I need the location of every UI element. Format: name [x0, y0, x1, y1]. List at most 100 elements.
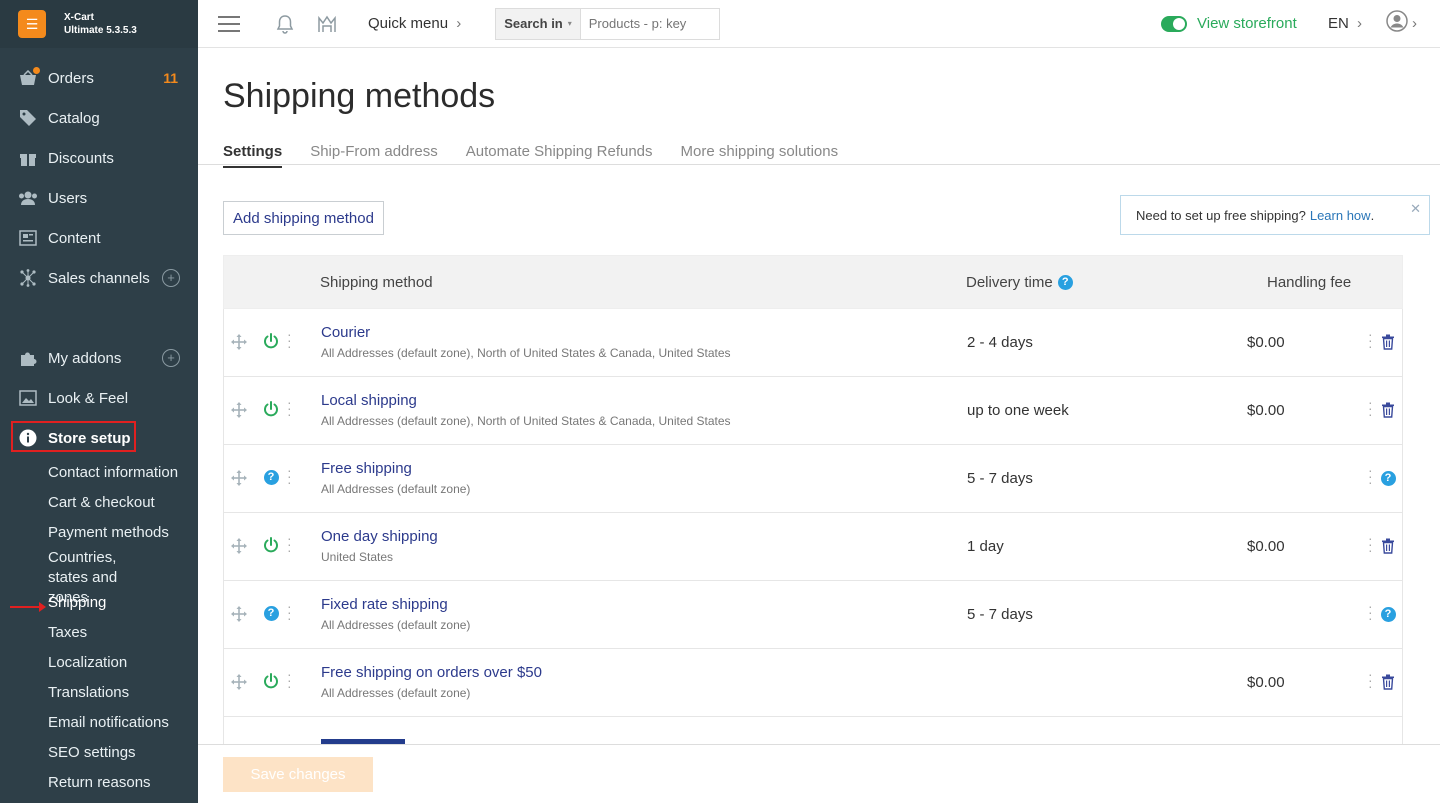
drag-handle-icon[interactable] — [230, 605, 248, 628]
shipping-method-link[interactable]: Free shipping on orders over $50 — [321, 664, 542, 681]
store-setup-highlight-box — [11, 421, 136, 452]
table-row: · · · Local shipping All Addresses (default … — [223, 377, 1403, 445]
trash-icon[interactable] — [1379, 332, 1397, 352]
sidebar-subitem-cart-checkout[interactable]: Cart & checkout — [0, 488, 198, 518]
sidebar-item-label: Orders — [48, 69, 94, 87]
shipping-method-zones: All Addresses (default zone), North of U… — [321, 414, 731, 428]
add-addon-icon[interactable]: + — [162, 349, 180, 367]
shipping-method-link[interactable]: Free shipping — [321, 460, 412, 477]
sidebar-subitem-contact-information[interactable]: Contact information — [0, 458, 198, 488]
more-vertical-icon[interactable]: · · · — [1368, 599, 1373, 625]
shipping-method-link[interactable]: Local shipping — [321, 392, 417, 409]
add-shipping-method-button[interactable]: Add shipping method — [223, 201, 384, 235]
trash-icon[interactable] — [1379, 400, 1397, 420]
xcart-logo-icon: ☰ — [18, 10, 46, 38]
drag-handle-icon[interactable] — [230, 469, 248, 492]
save-changes-button[interactable]: Save changes — [223, 757, 373, 792]
drag-handle-icon[interactable] — [230, 333, 248, 356]
more-vertical-icon[interactable]: · · · — [1368, 667, 1373, 693]
quick-menu-label: Quick menu — [368, 15, 449, 32]
sidebar-item-label: Discounts — [48, 149, 114, 167]
more-vertical-icon[interactable]: · · · — [287, 327, 292, 353]
search-in-dropdown[interactable]: Search in ▾ — [496, 8, 581, 39]
sidebar-subitem-payment-methods[interactable]: Payment methods — [0, 518, 198, 548]
more-vertical-icon[interactable]: · · · — [287, 463, 292, 489]
table-row: ? · · · Free shipping All Addresses (default … — [223, 445, 1403, 513]
table-row: · · · Courier All Addresses (default zone), … — [223, 309, 1403, 377]
shipping-methods-table: Shipping method Delivery time ? Handling… — [223, 255, 1403, 744]
sidebar-item-catalog[interactable]: Catalog — [0, 98, 198, 138]
more-vertical-icon[interactable]: · · · — [1368, 531, 1373, 557]
drag-handle-icon[interactable] — [230, 673, 248, 696]
help-icon[interactable]: ? — [1057, 274, 1073, 290]
sidebar-item-content[interactable]: Content — [0, 218, 198, 258]
sidebar-subitem-countries[interactable]: Countries, states and zones — [0, 548, 160, 606]
topbar: Quick menu › Search in ▾ View storefront… — [198, 0, 1440, 48]
view-storefront-label: View storefront — [1197, 15, 1297, 32]
help-icon[interactable]: ? — [262, 468, 280, 486]
sidebar-item-orders[interactable]: Orders 11 — [0, 58, 198, 98]
delivery-time: up to one week — [967, 402, 1069, 419]
language-selector[interactable]: EN › — [1328, 15, 1362, 32]
trash-icon[interactable] — [1379, 536, 1397, 556]
sidebar-subitem-email-notifications[interactable]: Email notifications — [0, 708, 198, 738]
shipping-method-zones: All Addresses (default zone) — [321, 482, 471, 496]
drag-handle-icon[interactable] — [230, 401, 248, 424]
sidebar-subitem-shipping[interactable]: Shipping — [0, 588, 198, 618]
quick-menu-button[interactable]: Quick menu › — [368, 15, 461, 32]
more-vertical-icon[interactable]: · · · — [1368, 395, 1373, 421]
bell-icon[interactable] — [274, 13, 296, 35]
more-vertical-icon[interactable]: · · · — [287, 667, 292, 693]
search-input[interactable] — [580, 16, 719, 31]
sidebar-item-my-addons[interactable]: My addons + — [0, 338, 198, 378]
view-storefront-toggle[interactable]: View storefront — [1161, 15, 1297, 32]
sidebar-subitem-taxes[interactable]: Taxes — [0, 618, 198, 648]
more-vertical-icon[interactable]: · · · — [287, 599, 292, 625]
learn-how-link[interactable]: Learn how — [1310, 208, 1371, 223]
sidebar-item-look-feel[interactable]: Look & Feel — [0, 378, 198, 418]
column-header-fee: Handling fee — [1267, 273, 1352, 291]
sidebar-item-discounts[interactable]: Discounts — [0, 138, 198, 178]
shipping-method-link[interactable]: Courier — [321, 324, 370, 341]
sidebar-item-users[interactable]: Users — [0, 178, 198, 218]
sidebar-subitem-return-reasons[interactable]: Return reasons — [0, 768, 198, 798]
page-title: Shipping methods — [223, 77, 496, 115]
shipping-pointer-arrow — [10, 602, 46, 612]
sidebar-subitem-translations[interactable]: Translations — [0, 678, 198, 708]
sidebar-item-sales-channels[interactable]: Sales channels + — [0, 258, 198, 298]
help-icon[interactable]: ? — [1379, 468, 1397, 488]
help-icon[interactable]: ? — [1379, 604, 1397, 624]
marketplace-icon[interactable] — [316, 13, 338, 35]
add-sales-channel-icon[interactable]: + — [162, 269, 180, 287]
drag-handle-icon[interactable] — [230, 537, 248, 560]
shipping-method-link[interactable]: One day shipping — [321, 528, 438, 545]
newspaper-icon — [18, 228, 38, 248]
shipping-method-zones: All Addresses (default zone) — [321, 686, 471, 700]
toggle-icon[interactable] — [1161, 15, 1187, 32]
sidebar-item-label: Sales channels — [48, 269, 150, 287]
more-vertical-icon[interactable]: · · · — [287, 531, 292, 557]
power-icon[interactable] — [262, 332, 280, 350]
user-avatar-icon — [1386, 10, 1408, 37]
power-icon[interactable] — [262, 400, 280, 418]
sticky-footer: Save changes — [198, 744, 1440, 803]
shipping-method-link[interactable]: Fixed rate shipping — [321, 596, 448, 613]
brand[interactable]: ☰ X-Cart Ultimate 5.3.5.3 — [0, 0, 198, 48]
more-vertical-icon[interactable]: · · · — [287, 395, 292, 421]
puzzle-icon — [18, 348, 38, 368]
user-menu[interactable]: › — [1386, 10, 1417, 37]
power-icon[interactable] — [262, 536, 280, 554]
column-header-method: Shipping method — [320, 273, 433, 291]
delivery-time: 5 - 7 days — [967, 606, 1033, 623]
close-icon[interactable]: ✕ — [1410, 201, 1421, 217]
sidebar-subitem-localization[interactable]: Localization — [0, 648, 198, 678]
hamburger-menu-icon[interactable] — [218, 15, 240, 32]
table-row: ? · · · Fixed rate shipping All Addresses (de… — [223, 581, 1403, 649]
more-vertical-icon[interactable]: · · · — [1368, 327, 1373, 353]
trash-icon[interactable] — [1379, 672, 1397, 692]
help-icon[interactable]: ? — [262, 604, 280, 622]
sidebar-subitem-seo-settings[interactable]: SEO settings — [0, 738, 198, 768]
more-vertical-icon[interactable]: · · · — [1368, 463, 1373, 489]
tabs-divider — [198, 164, 1440, 165]
power-icon[interactable] — [262, 672, 280, 690]
